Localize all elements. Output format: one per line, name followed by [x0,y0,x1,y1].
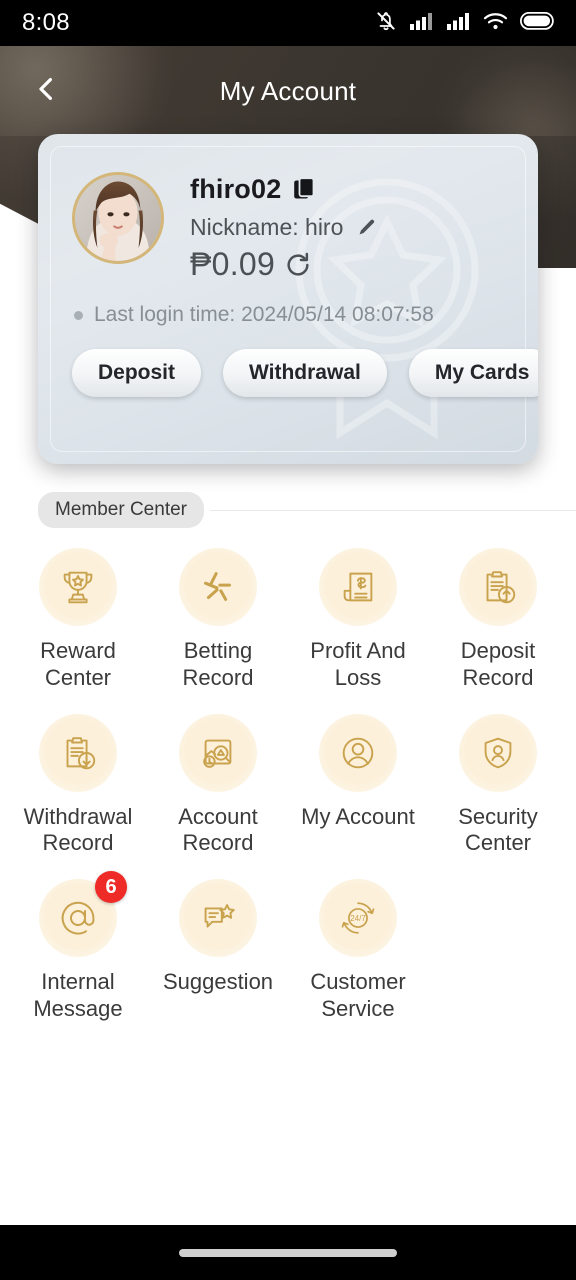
card-content: fhiro02 Nickname: hiro ₱0.09 Last login … [38,134,538,397]
grid-label: Internal Message [33,969,123,1022]
grid-label: Deposit Record [460,638,536,690]
grid-item-account-record[interactable]: Account Record [148,713,288,858]
grid-item-customer-service[interactable]: 24/7 Customer Service [288,879,428,1023]
avatar-photo [75,175,161,261]
app-header: My Account [0,46,576,136]
chevron-left-icon [31,74,61,109]
deposit-button[interactable]: Deposit [72,349,202,397]
svg-text:24/7: 24/7 [350,915,366,924]
member-center-grid: Reward Center Betting Record Profit And … [0,548,576,1023]
grid-item-internal-message[interactable]: 6 Internal Message [8,871,148,1023]
grid-item-security-center[interactable]: Security Center [428,713,568,858]
document-dollar-icon [319,548,397,626]
grid-label: Betting Record [182,638,254,690]
clipboard-down-icon [39,713,117,792]
member-center-heading: Member Center [38,492,576,528]
shield-user-icon [459,713,537,792]
status-dot-icon [74,310,83,320]
back-button[interactable] [20,65,72,117]
grid-label: Suggestion [162,969,274,995]
status-badge: 6 [95,871,127,904]
pencil-icon[interactable] [355,217,377,239]
balance-amount: ₱0.09 [190,246,276,282]
account-info: fhiro02 Nickname: hiro ₱0.09 [190,172,377,283]
withdrawal-button[interactable]: Withdrawal [223,349,387,397]
status-bar: 8:08 [0,0,576,46]
grid-label: My Account [301,803,415,829]
page-title: My Account [219,75,357,106]
signal-2-icon [446,11,472,36]
grid-label: Reward Center [40,638,116,690]
system-nav-bar [0,1225,576,1280]
my-cards-button[interactable]: My Cards [408,349,538,397]
grid-item-betting-record[interactable]: Betting Record [148,548,288,692]
battery-icon [519,11,554,35]
user-circle-icon [319,713,397,792]
grid-label: Security Center [458,803,538,856]
clipboard-up-icon [459,548,537,626]
support-247-icon: 24/7 [319,879,397,958]
username: fhiro02 [190,174,282,204]
bell-muted-icon [374,9,398,38]
grid-item-reward-center[interactable]: Reward Center [8,548,148,692]
copy-icon[interactable] [293,176,317,203]
nickname-label: Nickname: hiro [190,214,344,240]
profile-card: fhiro02 Nickname: hiro ₱0.09 Last login … [38,134,538,464]
last-login-row: Last login time: 2024/05/14 08:07:58 [72,303,538,327]
chart-search-icon [179,713,257,792]
section-tag: Member Center [38,492,204,528]
grid-item-deposit-record[interactable]: Deposit Record [428,548,568,692]
section-divider [210,509,576,511]
signal-1-icon [409,11,435,36]
chat-star-icon [179,879,257,958]
grid-item-profit-and-loss[interactable]: Profit And Loss [288,548,428,692]
trophy-icon [39,548,117,626]
grid-item-withdrawal-record[interactable]: Withdrawal Record [8,713,148,858]
grid-label: Account Record [178,803,258,856]
grid-label: Customer Service [310,969,406,1022]
phone-screen: 8:08 My Account fhiro02 Nickname: hiro ₱… [0,0,576,1280]
card-action-buttons: Deposit Withdrawal My Cards [72,349,538,397]
status-icons-group [374,9,554,38]
betting-sticks-icon [179,548,257,626]
grid-label: Profit And Loss [310,638,406,690]
grid-item-my-account[interactable]: My Account [288,713,428,858]
avatar[interactable] [72,172,164,264]
grid-item-suggestion[interactable]: Suggestion [148,879,288,1023]
grid-label: Withdrawal Record [23,803,133,856]
refresh-icon[interactable] [284,251,312,279]
last-login-text: Last login time: 2024/05/14 08:07:58 [94,303,434,326]
wifi-icon [483,11,509,36]
status-time: 8:08 [22,9,70,36]
home-indicator[interactable] [179,1248,397,1257]
